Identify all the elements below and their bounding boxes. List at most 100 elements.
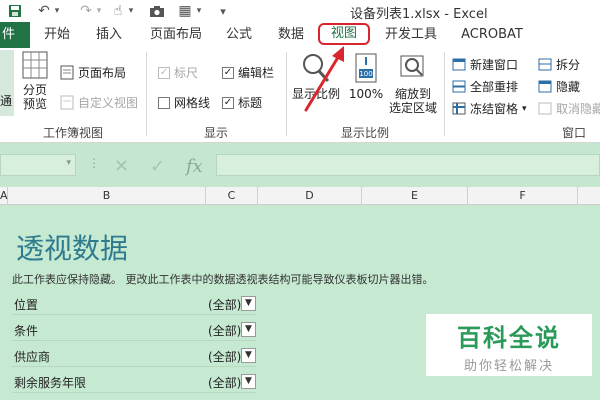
page-title: 透视数据 <box>16 232 129 265</box>
unhide-button[interactable]: 取消隐藏 <box>538 100 600 117</box>
checkbox-checked-icon: ✓ <box>222 96 234 109</box>
split-icon <box>538 58 552 71</box>
magnifier-icon <box>303 54 330 83</box>
enter-icon[interactable]: ✓ <box>150 156 165 177</box>
page-break-label-2: 预览 <box>22 97 47 111</box>
gridlines-checkbox[interactable]: 网格线 <box>158 94 210 111</box>
ribbon-tabs: 件 开始 插入 页面布局 公式 数据 视图 开发工具 ACROBAT <box>0 22 600 48</box>
column-header-c[interactable]: C <box>206 187 258 205</box>
tab-view[interactable]: 视图 <box>318 23 370 45</box>
chevron-down-icon[interactable]: ▾ <box>66 158 71 168</box>
split-button[interactable]: 拆分 <box>538 56 580 73</box>
touch-mode-icon[interactable]: ☝ <box>110 1 126 21</box>
checkbox-unchecked-icon <box>158 96 170 109</box>
save-icon[interactable] <box>6 1 24 21</box>
tab-page-layout[interactable]: 页面布局 <box>144 22 208 48</box>
ruler-checkbox[interactable]: ✓ 标尺 <box>158 64 198 81</box>
touch-dropdown-icon[interactable]: ▾ <box>126 1 136 21</box>
headings-checkbox[interactable]: ✓ 标题 <box>222 94 262 111</box>
column-header-b[interactable]: B <box>8 187 206 205</box>
checkbox-checked-icon: ✓ <box>158 66 170 79</box>
chevron-down-icon: ▾ <box>522 103 527 114</box>
filter-value: (全部) <box>208 350 242 364</box>
ribbon: 通 分页 预览 页面布局 自定义视图 工作簿视图 ✓ 标尺 网格线 ✓ 编辑栏 … <box>0 48 600 143</box>
column-headers: A B C D E F <box>0 187 600 205</box>
checkbox-checked-icon: ✓ <box>222 66 234 79</box>
window-group-label: 窗口 <box>561 126 586 140</box>
filter-dropdown-icon[interactable]: ▼ <box>241 374 256 389</box>
layout-dropdown-icon[interactable]: ▾ <box>194 1 204 21</box>
arrange-all-button[interactable]: 全部重排 <box>452 78 518 95</box>
filter-dropdown-icon[interactable]: ▼ <box>241 348 256 363</box>
zoom-selection-icon <box>400 55 424 77</box>
unhide-icon <box>538 102 552 115</box>
normal-view-button[interactable]: 通 <box>0 50 14 116</box>
arrange-all-icon <box>452 80 466 93</box>
custom-views-button[interactable]: 自定义视图 <box>60 94 138 111</box>
hide-button[interactable]: 隐藏 <box>538 78 580 95</box>
filter-label: 供应商 <box>14 350 51 364</box>
page-layout-icon <box>60 65 74 80</box>
column-header-e[interactable]: E <box>362 187 468 205</box>
formula-bar-checkbox[interactable]: ✓ 编辑栏 <box>222 64 274 81</box>
customize-quick-access-icon[interactable]: ▾ <box>216 1 230 21</box>
filter-label: 条件 <box>14 324 39 338</box>
filter-value: (全部) <box>208 298 242 312</box>
freeze-panes-icon <box>452 102 466 115</box>
show-group-label: 显示 <box>203 126 228 140</box>
filter-row-condition: 条件 (全部) ▼ <box>12 319 256 341</box>
redo-icon[interactable]: ↷ <box>78 1 94 21</box>
column-header-d[interactable]: D <box>258 187 362 205</box>
tab-formulas[interactable]: 公式 <box>218 22 260 48</box>
cancel-icon[interactable]: ✕ <box>114 156 129 177</box>
page-break-label-1: 分页 <box>22 83 47 97</box>
filter-dropdown-icon[interactable]: ▼ <box>241 322 256 337</box>
svg-text:100: 100 <box>359 70 372 78</box>
formula-input[interactable] <box>216 154 600 176</box>
undo-icon[interactable]: ↶ <box>36 1 52 21</box>
zoom-group-label: 显示比例 <box>340 126 389 140</box>
filter-label: 位置 <box>14 298 39 312</box>
freeze-panes-button[interactable]: 冻结窗格 ▾ <box>452 100 527 117</box>
tab-data[interactable]: 数据 <box>270 22 312 48</box>
filter-row-remaining-years: 剩余服务年限 (全部) ▼ <box>12 371 256 393</box>
tab-acrobat[interactable]: ACROBAT <box>456 22 528 48</box>
name-box[interactable]: ▾ <box>0 154 76 176</box>
filter-label: 剩余服务年限 <box>14 376 87 390</box>
page-break-preview-button[interactable]: 分页 预览 <box>18 50 52 111</box>
filter-row-supplier: 供应商 (全部) ▼ <box>12 345 256 367</box>
tab-home[interactable]: 开始 <box>36 22 78 48</box>
zoom-button[interactable]: 显示比例 <box>290 52 342 101</box>
zoom-100-icon: 100 <box>355 53 377 83</box>
filter-dropdown-icon[interactable]: ▼ <box>241 296 256 311</box>
filter-value: (全部) <box>208 324 242 338</box>
resize-dots-icon[interactable]: ⋮ <box>88 156 100 170</box>
camera-icon[interactable] <box>148 1 166 21</box>
tab-insert[interactable]: 插入 <box>88 22 130 48</box>
tab-file[interactable]: 件 <box>0 22 30 48</box>
watermark-title: 百科全说 <box>457 324 561 352</box>
watermark-subtitle: 助你轻松解决 <box>463 359 554 374</box>
hidden-sheet-note: 此工作表应保持隐藏。 更改此工作表中的数据透视表结构可能导致仪表板切片器出错。 <box>12 273 434 286</box>
page-layout-view-button[interactable]: 页面布局 <box>60 64 126 81</box>
watermark: 百科全说 助你轻松解决 <box>426 314 592 376</box>
title-bar: ↶ ▾ ↷ ▾ ☝ ▾ ▦ ▾ ▾ 设备列表1.xlsx - Excel <box>0 0 600 22</box>
insert-function-icon[interactable]: fx <box>186 156 203 177</box>
redo-dropdown-icon[interactable]: ▾ <box>94 1 104 21</box>
custom-views-icon <box>60 95 74 110</box>
filter-row-location: 位置 (全部) ▼ <box>12 293 256 315</box>
column-header-f[interactable]: F <box>468 187 578 205</box>
column-header-a[interactable]: A <box>0 187 8 205</box>
zoom-100-button[interactable]: 100 100% <box>346 52 386 101</box>
layout-icon[interactable]: ▦ <box>176 1 194 21</box>
formula-bar: ▾ ⋮ ✕ ✓ fx <box>0 143 600 187</box>
new-window-button[interactable]: 新建窗口 <box>452 56 518 73</box>
undo-dropdown-icon[interactable]: ▾ <box>52 1 62 21</box>
page-break-preview-icon <box>22 51 48 79</box>
workbook-views-group-label: 工作簿视图 <box>42 126 103 140</box>
tab-developer[interactable]: 开发工具 <box>378 22 444 48</box>
filter-value: (全部) <box>208 376 242 390</box>
zoom-to-selection-button[interactable]: 缩放到 选定区域 <box>388 52 438 115</box>
group-divider <box>444 52 445 136</box>
document-title: 设备列表1.xlsx - Excel <box>350 7 488 22</box>
